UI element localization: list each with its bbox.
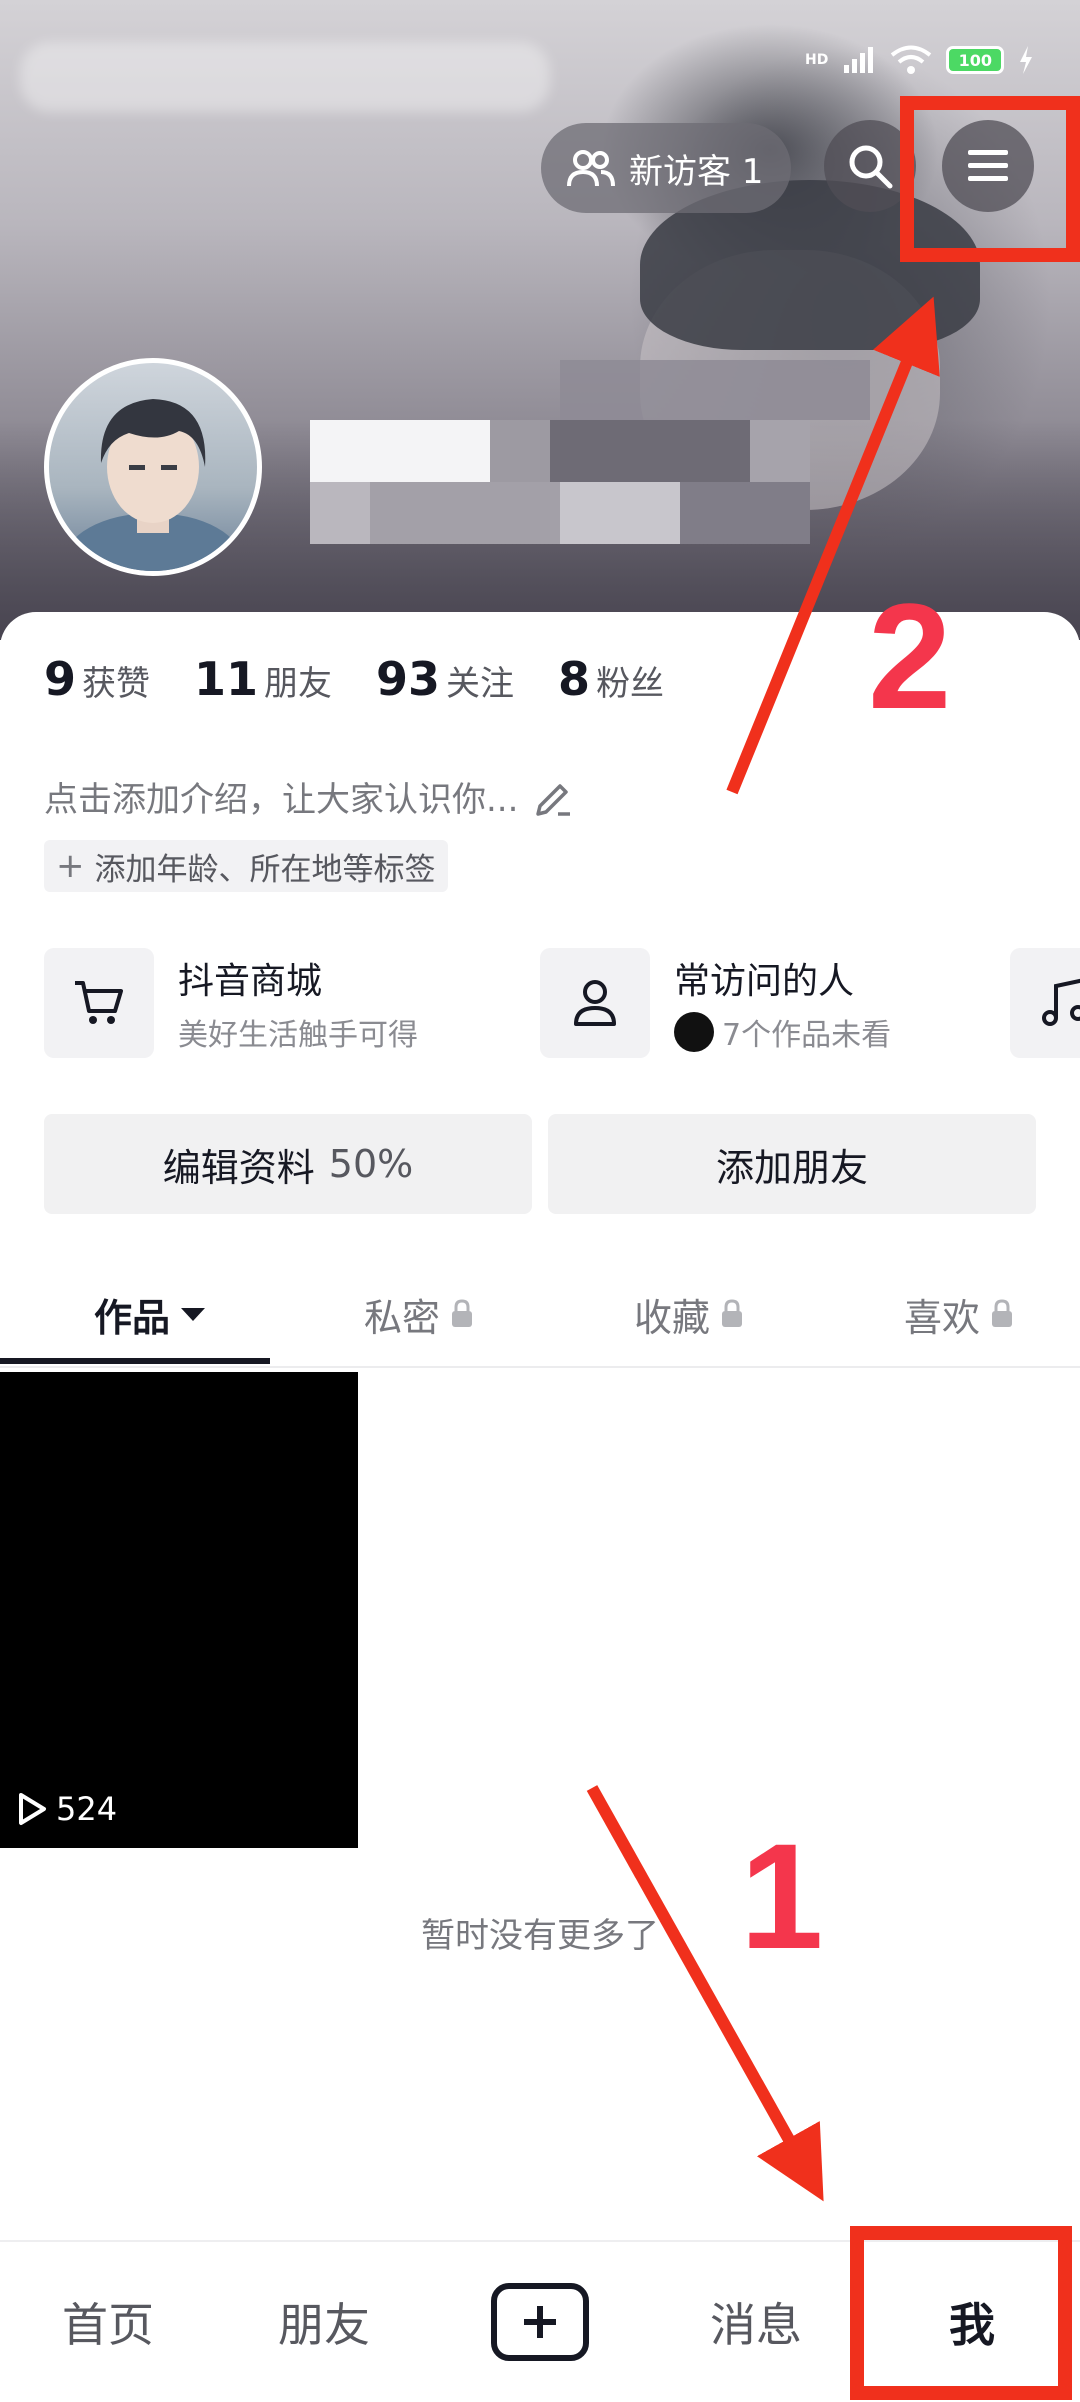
annotation-arrows (586, 296, 940, 2202)
step-number-1: 1 (740, 1812, 824, 1980)
step-number-2: 2 (868, 572, 952, 740)
